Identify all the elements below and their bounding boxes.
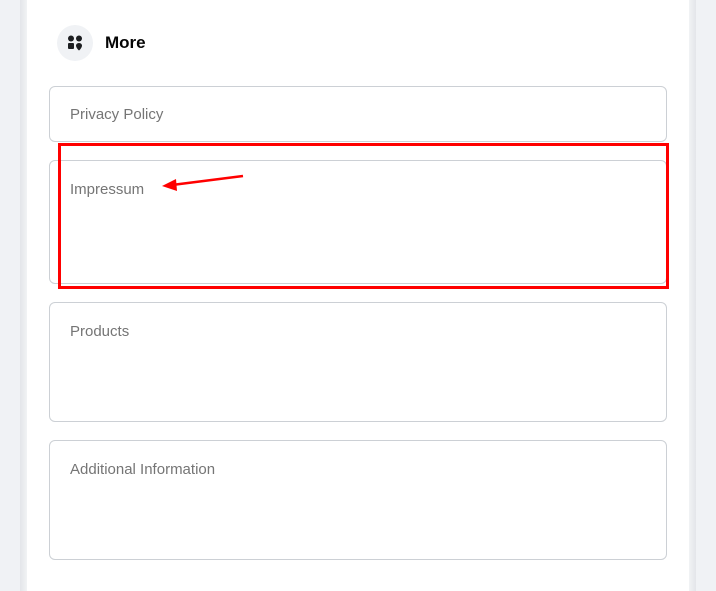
section-header: More xyxy=(49,0,667,86)
products-input[interactable] xyxy=(50,303,666,421)
additional-info-input[interactable] xyxy=(50,441,666,559)
more-section-card: More xyxy=(27,0,689,591)
additional-info-field[interactable] xyxy=(49,440,667,560)
more-icon xyxy=(65,33,85,53)
card-shadow-right xyxy=(689,0,696,591)
privacy-policy-field[interactable] xyxy=(49,86,667,142)
more-icon-wrapper xyxy=(57,25,93,61)
products-field[interactable] xyxy=(49,302,667,422)
section-title: More xyxy=(105,33,146,53)
privacy-policy-input[interactable] xyxy=(50,87,666,141)
impressum-field[interactable] xyxy=(49,160,667,284)
card-shadow-left xyxy=(20,0,27,591)
impressum-input[interactable] xyxy=(50,161,666,283)
